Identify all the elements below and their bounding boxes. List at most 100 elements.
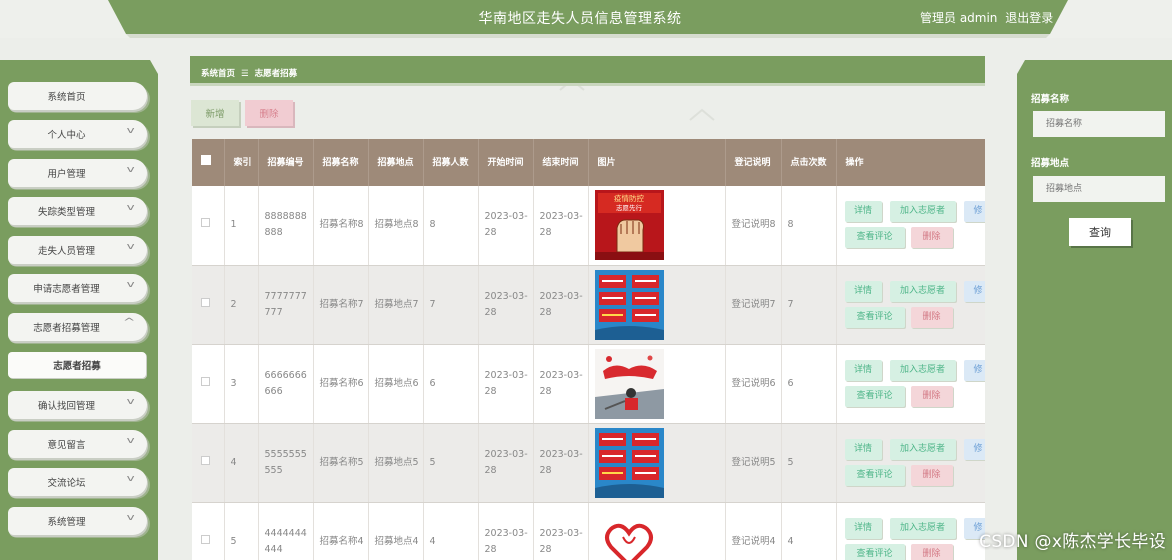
row-delete-button[interactable]: 删除 [910,306,953,328]
sidebar-item-label: 意见留言 [47,440,86,451]
breadcrumb-home[interactable]: 系统首页 [201,69,235,79]
view-comments-button[interactable]: 查看评论 [844,306,905,328]
search-name-label: 招募名称 [1031,94,1070,105]
cell-note: 登记说明5 [725,423,782,503]
sidebar-item-7[interactable]: 志愿者招募管理 ^ [8,313,147,341]
query-button[interactable]: 查询 [1069,218,1131,246]
row-checkbox[interactable] [201,455,210,465]
sidebar-item-label: 走失人员管理 [37,246,95,257]
cell-clicks: 8 [781,186,837,266]
sidebar-item-10[interactable]: 意见留言 v [8,430,147,458]
sidebar-item-4[interactable]: 失踪类型管理 v [8,197,147,225]
search-place-input[interactable] [1033,176,1165,202]
sidebar-item-12[interactable]: 系统管理 v [8,507,147,535]
edit-button[interactable]: 修改 [963,359,985,381]
cell-code: 8888888888 [258,186,314,266]
join-volunteer-button[interactable]: 加入志愿者 [889,438,956,460]
fist-poster-image[interactable]: 疫情防控志愿先行 [594,190,664,261]
table-row: 2 7777777777 招募名称7 招募地点7 7 2023-03-28 2023-03-… [192,265,985,345]
cell-place: 招募地点4 [368,502,424,560]
logout-link[interactable]: 退出登录 [1005,11,1053,25]
row-select-cell[interactable] [192,423,225,503]
table-row: 4 5555555555 招募名称5 招募地点5 5 2023-03-28 2023-03-… [192,423,985,503]
cell-index: 1 [224,186,259,266]
row-delete-button[interactable]: 删除 [910,464,953,486]
sidebar-item-1[interactable]: 系统首页 [8,82,147,110]
search-place-label: 招募地点 [1031,158,1070,169]
join-volunteer-button[interactable]: 加入志愿者 [889,201,956,223]
sidebar-item-label: 个人中心 [47,130,86,141]
cell-start: 2023-03-28 [478,186,534,266]
row-checkbox[interactable] [201,534,210,544]
row-select-cell[interactable] [192,186,225,266]
poster-text-line2: 志愿先行 [616,203,643,212]
row-checkbox[interactable] [201,297,210,307]
row-select-cell[interactable] [192,344,225,424]
row-delete-button[interactable]: 删除 [910,543,953,560]
row-checkbox[interactable] [201,376,210,386]
sidebar-item-label: 确认找回管理 [37,401,95,412]
chevron-down-icon: v [126,165,135,175]
row-select-cell[interactable] [192,502,225,560]
row-checkbox[interactable] [201,218,210,228]
user-area: 管理员 admin 退出登录 [920,9,1057,26]
detail-button[interactable]: 详情 [844,438,882,460]
detail-button[interactable]: 详情 [844,517,882,539]
edit-button[interactable]: 修改 [963,438,985,460]
cell-index: 5 [224,502,259,560]
cell-place: 招募地点6 [368,344,424,424]
row-delete-button[interactable]: 删除 [910,385,953,407]
sidebar-item-11[interactable]: 交流论坛 v [8,468,147,496]
select-all-checkbox[interactable] [201,154,211,165]
edit-button[interactable]: 修改 [963,280,985,302]
sidebar-item-8[interactable]: 志愿者招募 [8,352,146,378]
header-image: 图片 [588,139,726,186]
view-comments-button[interactable]: 查看评论 [844,464,905,486]
sidebar-item-3[interactable]: 用户管理 v [8,159,147,187]
sidebar-item-9[interactable]: 确认找回管理 v [8,391,147,419]
recruitment-table: 索引 招募编号 招募名称 招募地点 招募人数 开始时间 结束时间 图片 登记说明… [192,139,985,560]
table-row: 5 4444444444 招募名称4 招募地点4 4 2023-03-28 2023-03-… [192,502,985,560]
volunteer-photo-image[interactable] [594,348,664,419]
row-select-cell[interactable] [192,265,225,345]
sidebar-item-2[interactable]: 个人中心 v [8,120,147,148]
sidebar-item-label: 志愿者招募 [53,361,101,372]
cell-start: 2023-03-28 [478,423,534,503]
join-volunteer-button[interactable]: 加入志愿者 [889,280,956,302]
cell-ops: 详情加入志愿者修改查看评论删除 [836,265,985,345]
sidebar-item-label: 交流论坛 [47,478,86,489]
detail-button[interactable]: 详情 [844,359,882,381]
blue-board-poster-image[interactable] [594,427,664,498]
detail-button[interactable]: 详情 [844,201,882,223]
breadcrumb-current: 志愿者招募 [254,69,298,79]
cell-index: 3 [224,344,259,424]
cell-clicks: 5 [781,423,837,503]
sidebar-item-5[interactable]: 走失人员管理 v [8,236,147,264]
cell-name: 招募名称5 [313,423,369,503]
cell-count: 6 [423,344,479,424]
delete-selected-button[interactable]: 删除 [245,100,293,126]
chevron-down-icon: v [126,203,135,213]
cell-image [588,502,726,560]
row-actions: 详情加入志愿者修改查看评论删除 [843,433,985,493]
cell-code: 4444444444 [258,502,314,560]
edit-button[interactable]: 修改 [963,201,985,223]
view-comments-button[interactable]: 查看评论 [844,385,905,407]
sidebar-item-6[interactable]: 申请志愿者管理 v [8,274,147,302]
table-row: 3 6666666666 招募名称6 招募地点6 6 2023-03-28 2023-03-… [192,344,985,424]
view-comments-button[interactable]: 查看评论 [844,227,905,249]
chevron-down-icon: v [126,513,135,523]
header-count: 招募人数 [423,139,479,186]
heart-poster-image[interactable] [594,506,664,560]
search-name-input[interactable] [1033,111,1165,137]
join-volunteer-button[interactable]: 加入志愿者 [889,359,956,381]
header-select-all[interactable] [192,139,225,186]
blue-board-poster-image[interactable] [594,269,664,340]
detail-button[interactable]: 详情 [844,280,882,302]
sidebar-item-label: 系统管理 [47,517,86,528]
view-comments-button[interactable]: 查看评论 [844,543,905,560]
new-button[interactable]: 新增 [191,100,239,126]
row-delete-button[interactable]: 删除 [910,227,953,249]
join-volunteer-button[interactable]: 加入志愿者 [889,517,956,539]
cell-place: 招募地点5 [368,423,424,503]
